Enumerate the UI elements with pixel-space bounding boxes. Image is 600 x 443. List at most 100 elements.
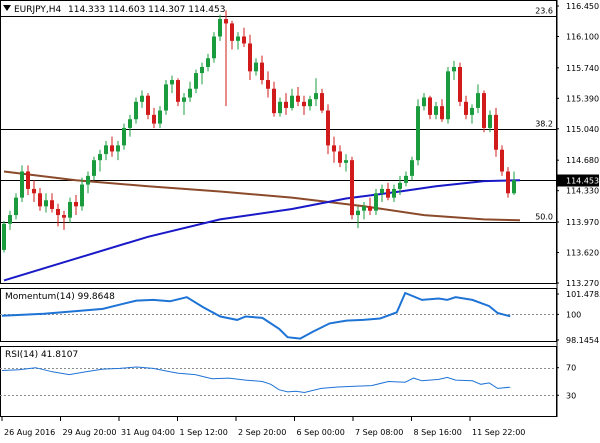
candle <box>98 149 102 172</box>
candle-body <box>434 106 438 115</box>
candle <box>368 197 372 216</box>
candle <box>128 114 132 137</box>
candle <box>14 193 18 220</box>
candle <box>326 104 330 155</box>
candle-body <box>128 119 132 128</box>
candle-body <box>500 149 504 172</box>
candle-body <box>32 188 36 194</box>
candle-body <box>188 88 192 98</box>
candle-body <box>290 95 294 108</box>
candle <box>236 32 240 50</box>
candle-body <box>62 215 66 218</box>
candle <box>200 62 204 85</box>
candle <box>230 20 234 50</box>
candle <box>296 87 300 107</box>
candle-body <box>494 114 498 150</box>
candle-body <box>50 200 54 209</box>
candle-body <box>116 145 120 152</box>
candle-body <box>164 84 168 111</box>
candle-body <box>140 95 144 102</box>
candle <box>308 95 312 111</box>
candle-body <box>152 114 156 124</box>
price-tick-label: 116.100 <box>566 32 599 41</box>
candle <box>206 53 210 72</box>
time-tick-label: 7 Sep 08:00 <box>355 428 403 437</box>
candle <box>74 195 78 216</box>
time-tick-label: 8 Sep 16:00 <box>414 428 462 437</box>
candle-body <box>350 160 354 216</box>
candle-body <box>230 23 234 41</box>
candle <box>146 93 150 120</box>
candle-body <box>56 208 60 216</box>
candle <box>500 145 504 176</box>
fib-label: 38.2 <box>535 120 553 129</box>
candle-body <box>410 160 414 176</box>
candle-body <box>68 201 72 218</box>
candle <box>8 210 12 230</box>
candle-body <box>470 107 474 115</box>
candle <box>422 93 426 111</box>
time-tick-label: 26 Aug 2016 <box>4 428 55 437</box>
candle <box>410 156 414 181</box>
candle <box>284 93 288 115</box>
candle <box>428 95 432 120</box>
time-tick-label: 2 Sep 20:00 <box>238 428 286 437</box>
candle <box>380 184 384 202</box>
price-tick-label: 115.040 <box>566 125 599 134</box>
candle <box>152 107 156 128</box>
candle <box>212 32 216 63</box>
candle <box>512 171 516 196</box>
candle-body <box>80 184 84 207</box>
candle <box>476 84 480 114</box>
candle-body <box>38 193 42 207</box>
candle-body <box>386 188 390 198</box>
candle-body <box>308 99 312 107</box>
candle-body <box>296 95 300 102</box>
price-tick-label: 116.450 <box>566 2 599 11</box>
candle <box>434 101 438 120</box>
candle-body <box>260 62 264 81</box>
price-tick-label: 113.270 <box>566 279 599 288</box>
price-tick-label: 113.620 <box>566 249 599 258</box>
candle-body <box>194 73 198 89</box>
candle <box>470 104 474 124</box>
time-tick-label: 1 Sep 12:00 <box>180 428 228 437</box>
candle-body <box>464 101 468 115</box>
candle-body <box>266 80 270 89</box>
candle <box>416 99 420 166</box>
price-panel-frame <box>0 0 557 284</box>
candle-body <box>476 93 480 108</box>
candle-body <box>2 223 6 250</box>
rsi-label: RSI(14) 41.8107 <box>5 350 78 360</box>
candle <box>506 167 510 198</box>
candle <box>218 14 222 41</box>
candle <box>188 81 192 102</box>
candle-body <box>356 210 360 216</box>
candle-body <box>44 200 48 207</box>
candle-body <box>452 66 456 72</box>
candle-body <box>422 97 426 107</box>
candle <box>260 55 264 85</box>
candle-body <box>122 127 126 146</box>
candle <box>32 180 36 202</box>
time-tick-label: 11 Sep 22:00 <box>472 428 525 437</box>
candle <box>302 95 306 115</box>
price-tick-label: 114.680 <box>566 156 599 165</box>
candle-body <box>374 193 378 211</box>
time-tick-label: 6 Sep 00:00 <box>297 428 345 437</box>
candle-body <box>248 43 252 72</box>
candle-body <box>392 188 396 198</box>
candle-body <box>380 188 384 194</box>
candle-body <box>488 114 492 128</box>
candle-body <box>506 171 510 194</box>
candle <box>116 141 120 161</box>
candle-body <box>332 145 336 152</box>
rsi-line <box>1 366 511 394</box>
candle-body <box>446 71 450 120</box>
chart-dropdown-icon[interactable] <box>3 5 11 11</box>
candle-body <box>344 160 348 163</box>
candle-body <box>176 80 180 102</box>
candle-body <box>440 106 444 120</box>
candle-body <box>212 36 216 59</box>
indicator-tick-label: 30 <box>566 391 576 400</box>
